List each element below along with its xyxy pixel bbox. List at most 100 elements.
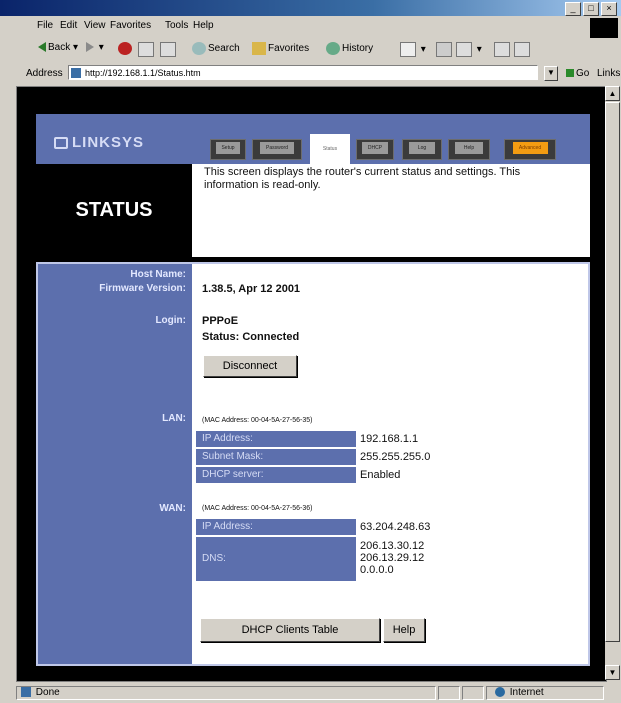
lan-mac-address: (MAC Address: 00-04-5A-27-56-35) bbox=[202, 417, 313, 424]
lan-dhcp-key: DHCP server: bbox=[196, 467, 356, 483]
mail-button[interactable]: ▾ bbox=[400, 42, 426, 57]
tab-dhcp[interactable]: DHCP bbox=[356, 139, 394, 160]
refresh-icon bbox=[138, 42, 154, 57]
globe-icon bbox=[495, 687, 505, 698]
messenger-icon bbox=[514, 42, 530, 57]
tab-help[interactable]: Help bbox=[448, 139, 490, 160]
lan-dhcp-value: Enabled bbox=[360, 469, 401, 481]
wan-dns-values: 206.13.30.12 206.13.29.12 0.0.0.0 bbox=[360, 540, 424, 576]
window-controls: _ □ × bbox=[565, 2, 617, 16]
label-column: Host Name: Firmware Version: Login: LAN:… bbox=[38, 264, 192, 664]
vertical-scrollbar[interactable]: ▲ ▼ bbox=[605, 86, 620, 680]
lan-subnet-value: 255.255.255.0 bbox=[360, 451, 431, 463]
page-done-icon bbox=[21, 687, 31, 698]
favorites-icon bbox=[252, 42, 266, 55]
dhcp-clients-table-button[interactable]: DHCP Clients Table bbox=[200, 618, 380, 642]
description-box: This screen displays the router's curren… bbox=[192, 164, 590, 257]
close-button[interactable]: × bbox=[601, 2, 617, 16]
menu-tools[interactable]: Tools bbox=[165, 20, 188, 31]
tab-password[interactable]: Password bbox=[252, 139, 302, 160]
menu-view[interactable]: View bbox=[84, 20, 106, 31]
wan-dns-key: DNS: bbox=[196, 537, 356, 581]
back-arrow-icon bbox=[30, 42, 46, 53]
lan-ip-value: 192.168.1.1 bbox=[360, 433, 419, 445]
firmware-label: Firmware Version: bbox=[99, 283, 186, 294]
stop-icon bbox=[118, 42, 132, 55]
history-button[interactable]: History bbox=[326, 42, 373, 55]
wan-mac-address: (MAC Address: 00-04-5A-27-56-36) bbox=[202, 505, 313, 512]
wan-dns-2: 206.13.29.12 bbox=[360, 552, 425, 564]
search-button[interactable]: Search bbox=[192, 42, 240, 55]
address-bar: Address http://192.168.1.1/Status.htm ▼ … bbox=[0, 62, 621, 84]
scroll-up-button[interactable]: ▲ bbox=[605, 86, 620, 101]
browser-window: _ □ × File Edit View Favorites Tools Hel… bbox=[0, 0, 621, 703]
status-cell bbox=[438, 686, 460, 700]
menu-favorites[interactable]: Favorites bbox=[110, 20, 151, 31]
toolbar: Back ▾ ▾ Search Favorites History ▾ ▾ bbox=[0, 36, 621, 62]
maximize-button[interactable]: □ bbox=[583, 2, 599, 16]
address-input[interactable]: http://192.168.1.1/Status.htm bbox=[68, 65, 538, 80]
wan-ip-key: IP Address: bbox=[196, 519, 356, 535]
wan-ip-value: 63.204.248.63 bbox=[360, 521, 431, 533]
address-label: Address bbox=[26, 68, 63, 79]
menu-help[interactable]: Help bbox=[193, 20, 214, 31]
go-arrow-icon bbox=[566, 69, 574, 78]
tab-status[interactable]: Status bbox=[310, 134, 350, 164]
home-icon bbox=[160, 42, 176, 57]
print-icon bbox=[436, 42, 452, 57]
host-name-label: Host Name: bbox=[130, 269, 186, 280]
lan-subnet-key: Subnet Mask: bbox=[196, 449, 356, 465]
edit-button[interactable]: ▾ bbox=[456, 42, 482, 57]
menu-edit[interactable]: Edit bbox=[60, 20, 77, 31]
back-button[interactable]: Back ▾ bbox=[30, 42, 78, 53]
forward-button[interactable]: ▾ bbox=[86, 42, 104, 53]
scroll-thumb[interactable] bbox=[605, 102, 620, 642]
status-bar: Done Internet bbox=[0, 684, 621, 703]
print-button[interactable] bbox=[436, 42, 454, 57]
minimize-button[interactable]: _ bbox=[565, 2, 581, 16]
login-label: Login: bbox=[155, 315, 186, 326]
wan-dns-1: 206.13.30.12 bbox=[360, 540, 425, 552]
tab-advanced[interactable]: Advanced bbox=[504, 139, 556, 160]
history-icon bbox=[326, 42, 340, 55]
title-bar: _ □ × bbox=[0, 0, 621, 16]
discuss-icon bbox=[494, 42, 510, 57]
windows-logo-icon bbox=[590, 18, 618, 38]
messenger-button[interactable] bbox=[514, 42, 532, 57]
security-zone: Internet bbox=[486, 686, 604, 700]
login-status: Status: Connected bbox=[202, 331, 300, 343]
lan-label: LAN: bbox=[162, 413, 186, 424]
home-button[interactable] bbox=[160, 42, 178, 57]
menu-bar: File Edit View Favorites Tools Help bbox=[0, 16, 621, 34]
lan-ip-key: IP Address: bbox=[196, 431, 356, 447]
menu-file[interactable]: File bbox=[37, 20, 53, 31]
edit-icon bbox=[456, 42, 472, 57]
search-icon bbox=[192, 42, 206, 55]
mail-icon bbox=[400, 42, 416, 57]
tab-setup[interactable]: Setup bbox=[210, 139, 246, 160]
disconnect-button[interactable]: Disconnect bbox=[203, 355, 297, 377]
page-icon bbox=[71, 68, 81, 78]
refresh-button[interactable] bbox=[138, 42, 156, 57]
wan-dns-3: 0.0.0.0 bbox=[360, 564, 394, 576]
login-type: PPPoE bbox=[202, 315, 239, 327]
tab-log[interactable]: Log bbox=[402, 139, 442, 160]
scroll-down-button[interactable]: ▼ bbox=[605, 665, 620, 680]
favorites-button[interactable]: Favorites bbox=[252, 42, 309, 55]
status-text: Done bbox=[16, 686, 436, 700]
linksys-logo: LINKSYS bbox=[54, 134, 144, 151]
address-url: http://192.168.1.1/Status.htm bbox=[85, 68, 201, 78]
help-button[interactable]: Help bbox=[383, 618, 425, 642]
links-button[interactable]: Links bbox=[597, 68, 620, 79]
page-description: This screen displays the router's curren… bbox=[204, 166, 521, 191]
go-button[interactable]: Go bbox=[566, 68, 589, 79]
forward-arrow-icon bbox=[86, 42, 94, 53]
firmware-value: 1.38.5, Apr 12 2001 bbox=[202, 283, 301, 295]
page-title: STATUS bbox=[36, 164, 192, 257]
linksys-logo-icon bbox=[54, 137, 68, 149]
status-cell bbox=[462, 686, 484, 700]
wan-label: WAN: bbox=[159, 503, 186, 514]
discuss-button[interactable] bbox=[494, 42, 512, 57]
stop-button[interactable] bbox=[118, 42, 134, 55]
address-dropdown-button[interactable]: ▼ bbox=[544, 66, 558, 81]
